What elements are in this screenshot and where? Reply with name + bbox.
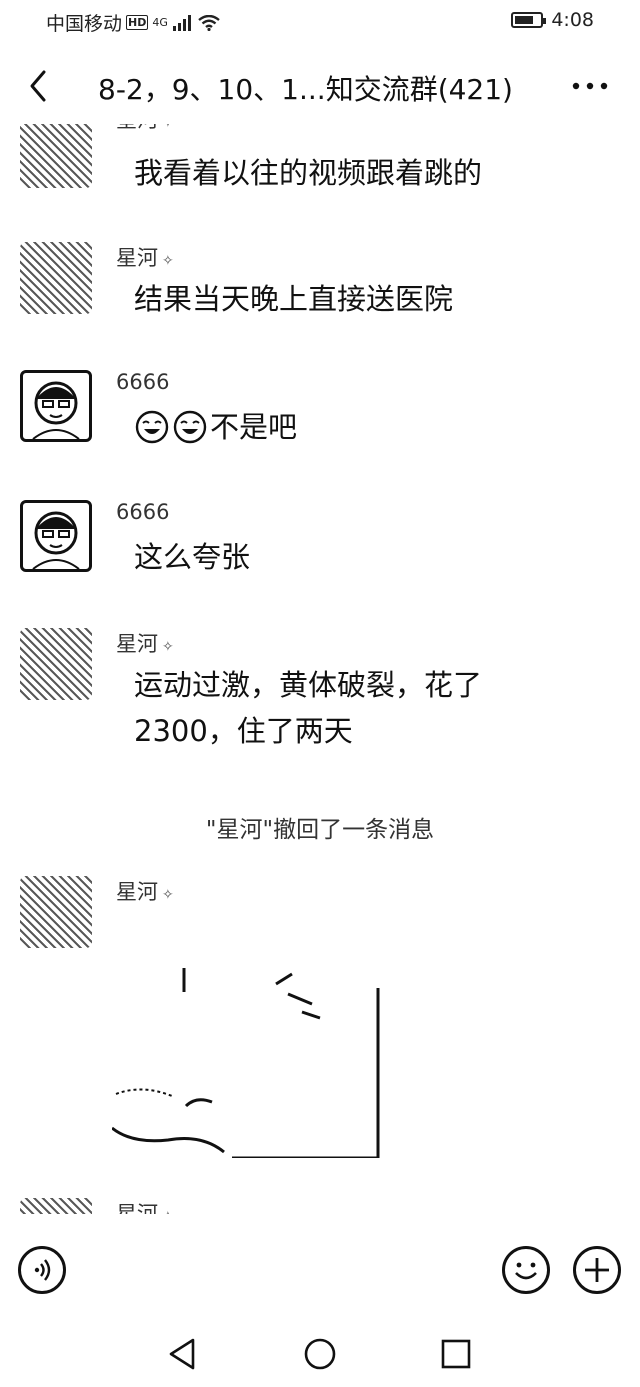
sender-name: 星河 ✧ <box>116 124 174 134</box>
system-notice: "星河"撤回了一条消息 <box>205 817 435 843</box>
laugh-cry-emoji-icon <box>135 410 169 444</box>
sparkle-icon: ✧ <box>162 253 174 269</box>
status-left: 中国移动 HD 4G <box>46 9 220 36</box>
message-item: 6666 不是吧 <box>20 370 620 480</box>
message-text-content: 不是吧 <box>210 410 298 444</box>
message-text: 不是吧 <box>134 404 584 450</box>
message-item: 星河 ✧ 我看着以往的视频跟着跳的 <box>20 124 620 190</box>
chat-header: 8-2，9、10、1...知交流群(421) <box>0 52 640 124</box>
page-title: 8-2，9、10、1...知交流群(421) <box>98 73 513 106</box>
voice-glyph <box>34 1259 51 1281</box>
avatar[interactable] <box>20 500 92 572</box>
message-text: 运动过激，黄体破裂，花了2300，住了两天 <box>134 668 483 748</box>
input-bar <box>0 1240 640 1304</box>
battery-fill <box>515 16 534 24</box>
smile-icon[interactable] <box>502 1246 550 1294</box>
avatar[interactable] <box>20 242 92 314</box>
sender-label: 星河 <box>116 246 158 270</box>
plus-icon[interactable] <box>573 1246 621 1294</box>
sparkle-icon: ✧ <box>162 1209 174 1214</box>
carrier-label: 中国移动 <box>46 13 123 35</box>
avatar[interactable] <box>20 124 92 188</box>
nav-home-icon[interactable] <box>302 1336 338 1372</box>
nav-recents-icon[interactable] <box>438 1336 474 1372</box>
battery-icon <box>511 12 547 28</box>
sparkle-icon: ✧ <box>162 887 174 903</box>
message-text: 结果当天晚上直接送医院 <box>134 282 454 316</box>
sender-label: 星河 <box>116 880 158 904</box>
image-message[interactable] <box>112 908 402 1158</box>
sparkle-icon: ✧ <box>162 124 174 131</box>
message-item: 6666 这么夸张 <box>20 500 620 610</box>
smile-glyph <box>515 1262 537 1280</box>
avatar[interactable] <box>20 370 92 442</box>
sender-label: 星河 <box>116 632 158 656</box>
avatar[interactable] <box>20 628 92 700</box>
sender-name: 6666 <box>116 500 170 524</box>
nav-back-icon[interactable] <box>165 1336 201 1372</box>
face-illustration <box>32 381 80 439</box>
sender-name: 星河✧ <box>116 242 174 272</box>
system-nav-bar <box>0 1330 640 1380</box>
plus-glyph <box>585 1258 609 1282</box>
avatar[interactable] <box>20 876 92 948</box>
message-text: 我看着以往的视频跟着跳的 <box>134 156 483 190</box>
sender-name: 星河✧ <box>116 876 174 906</box>
hd-badge: HD <box>126 15 149 30</box>
wifi-icon <box>198 14 220 31</box>
signal-icon <box>172 14 191 31</box>
message-item: 星河 ✧ 运动过激，黄体破裂，花了2300，住了两天 <box>20 628 620 778</box>
sender-name: 星河 ✧ <box>116 1198 174 1214</box>
message-item: 星河✧ <box>20 876 620 1176</box>
clock: 4:08 <box>551 9 594 31</box>
message-text: 这么夸张 <box>134 540 251 574</box>
sender-name: 6666 <box>116 370 170 394</box>
sender-name: 星河✧ <box>116 628 174 658</box>
chat-list[interactable]: 星河✧ 我看着以往的视频跟着跳的 星河✧ 结果当天晚上直接送医院 6666 <box>0 124 640 1214</box>
message-item: 星河 ✧ <box>20 1198 620 1214</box>
status-bar: 中国移动 HD 4G 4:08 <box>0 0 640 44</box>
sparkle-icon: ✧ <box>162 639 174 655</box>
face-illustration <box>32 511 80 569</box>
avatar[interactable] <box>20 1198 92 1214</box>
voice-icon[interactable] <box>18 1246 66 1294</box>
sender-label: 星河 <box>116 124 158 132</box>
sender-label: 星河 <box>116 1202 158 1214</box>
network-type: 4G <box>152 16 168 29</box>
status-right: 4:08 <box>511 9 594 31</box>
more-horizontal-icon[interactable] <box>568 66 612 106</box>
message-item: 星河 ✧ 结果当天晚上直接送医院 <box>20 242 620 352</box>
chevron-left-icon[interactable] <box>20 66 60 106</box>
laugh-cry-emoji-icon <box>173 410 207 444</box>
